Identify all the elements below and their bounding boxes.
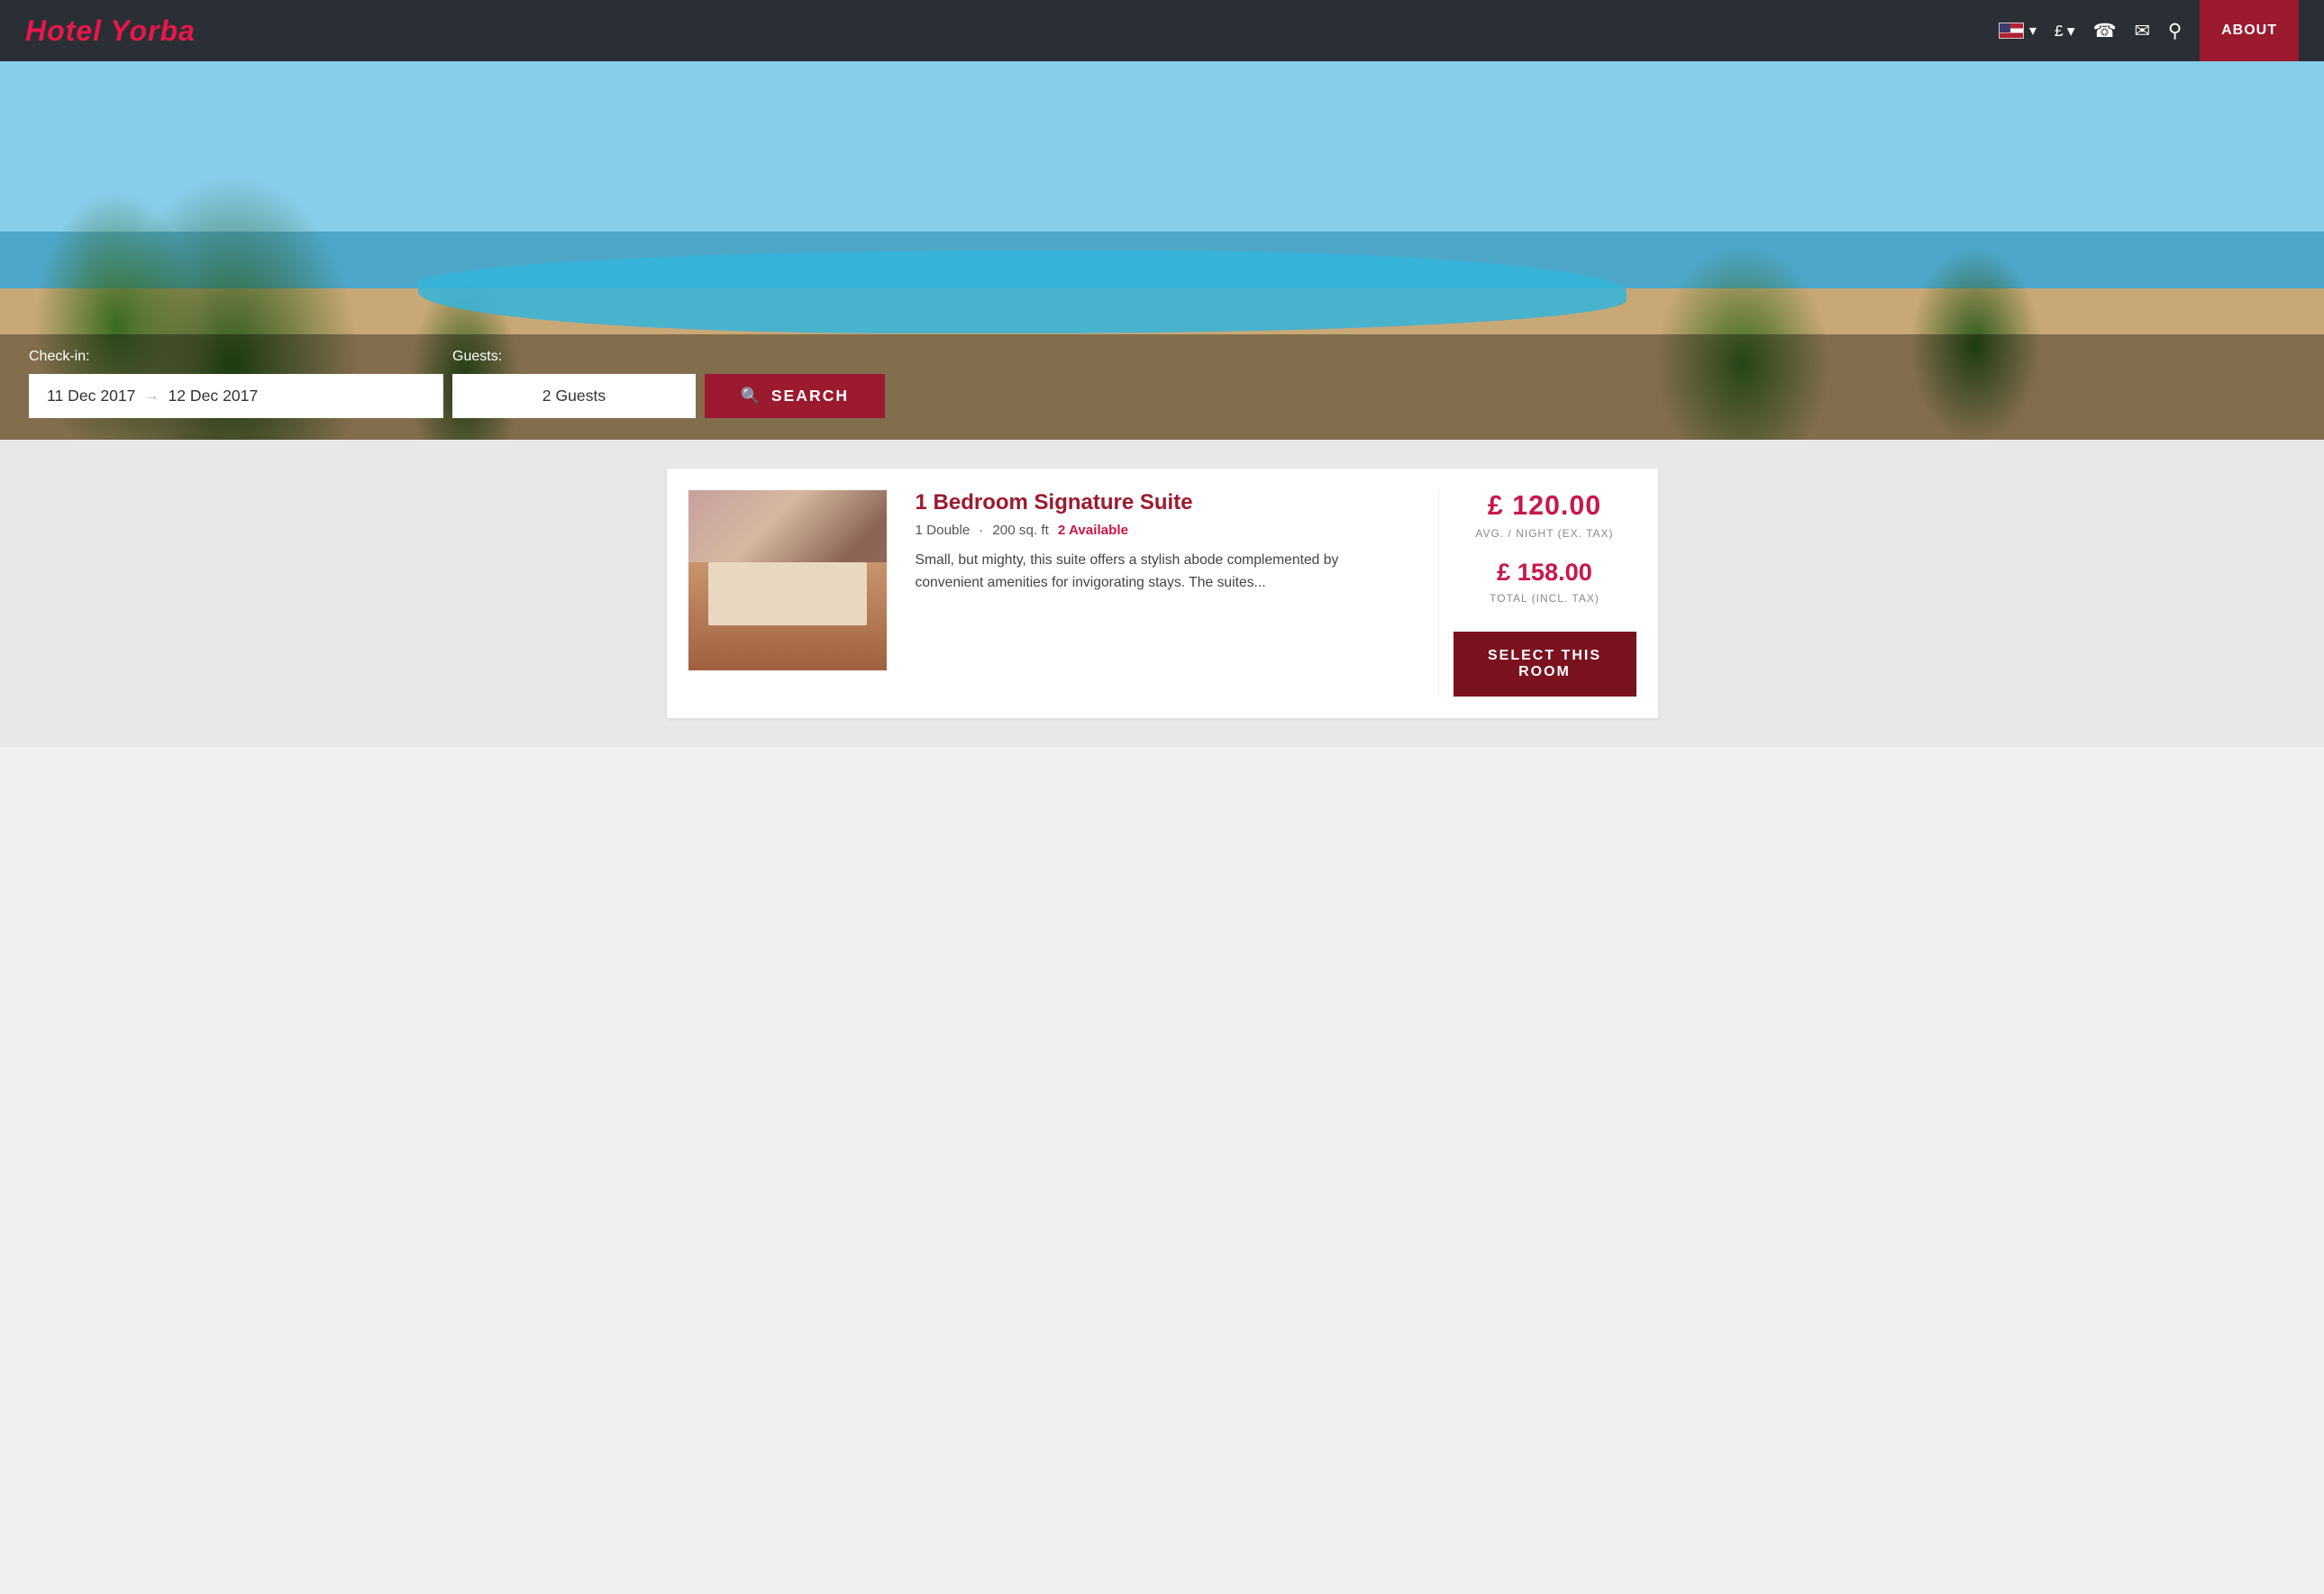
location-icon: ⚲ [2168, 20, 2182, 42]
navbar: Hotel Yorba ▾ £ ▾ ☎ ✉ ⚲ ABOUT [0, 0, 2324, 61]
room-title: 1 Bedroom Signature Suite [916, 490, 1409, 515]
flag-chevron: ▾ [2029, 22, 2037, 40]
search-labels: Check-in: Guests: [29, 349, 2295, 365]
mail-button[interactable]: ✉ [2134, 20, 2149, 42]
phone-button[interactable]: ☎ [2093, 20, 2117, 42]
room-info: 1 Bedroom Signature Suite 1 Double · 200… [887, 490, 1438, 697]
currency-symbol: £ [2055, 22, 2064, 41]
room-pricing: £ 120.00 AVG. / NIGHT (EX. TAX) £ 158.00… [1438, 490, 1636, 697]
price-total: £ 158.00 [1497, 558, 1592, 587]
room-card: 1 Bedroom Signature Suite 1 Double · 200… [667, 469, 1658, 718]
room-meta: 1 Double · 200 sq. ft 2 Available [916, 523, 1409, 538]
search-controls: 11 Dec 2017 → 12 Dec 2017 2 Guests 🔍 SEA… [29, 374, 2295, 418]
language-selector[interactable]: ▾ [1999, 22, 2037, 40]
price-main: £ 120.00 [1488, 490, 1601, 522]
room-size: 200 sq. ft [992, 523, 1048, 538]
price-total-label: TOTAL (INCL. TAX) [1490, 592, 1599, 605]
date-range-input[interactable]: 11 Dec 2017 → 12 Dec 2017 [29, 374, 443, 418]
checkin-value: 11 Dec 2017 [47, 387, 135, 405]
room-availability: 2 Available [1058, 523, 1128, 538]
about-button[interactable]: ABOUT [2200, 0, 2299, 61]
select-room-button[interactable]: SELECT THIS ROOM [1454, 632, 1636, 697]
currency-selector[interactable]: £ ▾ [2055, 22, 2075, 41]
room-description: Small, but mighty, this suite offers a s… [916, 549, 1409, 594]
us-flag-icon [1999, 23, 2024, 39]
guests-label: Guests: [452, 349, 705, 365]
search-button[interactable]: 🔍 SEARCH [705, 374, 885, 418]
room-separator: · [979, 523, 983, 538]
room-bed-type: 1 Double [916, 523, 971, 538]
search-icon: 🔍 [741, 387, 762, 405]
guests-input[interactable]: 2 Guests [452, 374, 696, 418]
checkout-value: 12 Dec 2017 [168, 387, 258, 405]
hero-section: Check-in: Guests: 11 Dec 2017 → 12 Dec 2… [0, 61, 2324, 440]
phone-icon: ☎ [2093, 20, 2117, 42]
price-label: AVG. / NIGHT (EX. TAX) [1475, 527, 1613, 540]
mail-icon: ✉ [2134, 20, 2149, 42]
navbar-right: ▾ £ ▾ ☎ ✉ ⚲ ABOUT [1999, 0, 2299, 61]
arrow-icon: → [144, 388, 159, 405]
location-button[interactable]: ⚲ [2168, 20, 2182, 42]
checkin-label: Check-in: [29, 349, 443, 365]
hero-pool [418, 250, 1627, 333]
currency-chevron: ▾ [2067, 22, 2075, 41]
room-image [688, 490, 887, 670]
brand-logo: Hotel Yorba [25, 14, 196, 48]
search-label: SEARCH [771, 387, 849, 405]
listings-section: 1 Bedroom Signature Suite 1 Double · 200… [0, 440, 2324, 747]
search-bar: Check-in: Guests: 11 Dec 2017 → 12 Dec 2… [0, 334, 2324, 440]
